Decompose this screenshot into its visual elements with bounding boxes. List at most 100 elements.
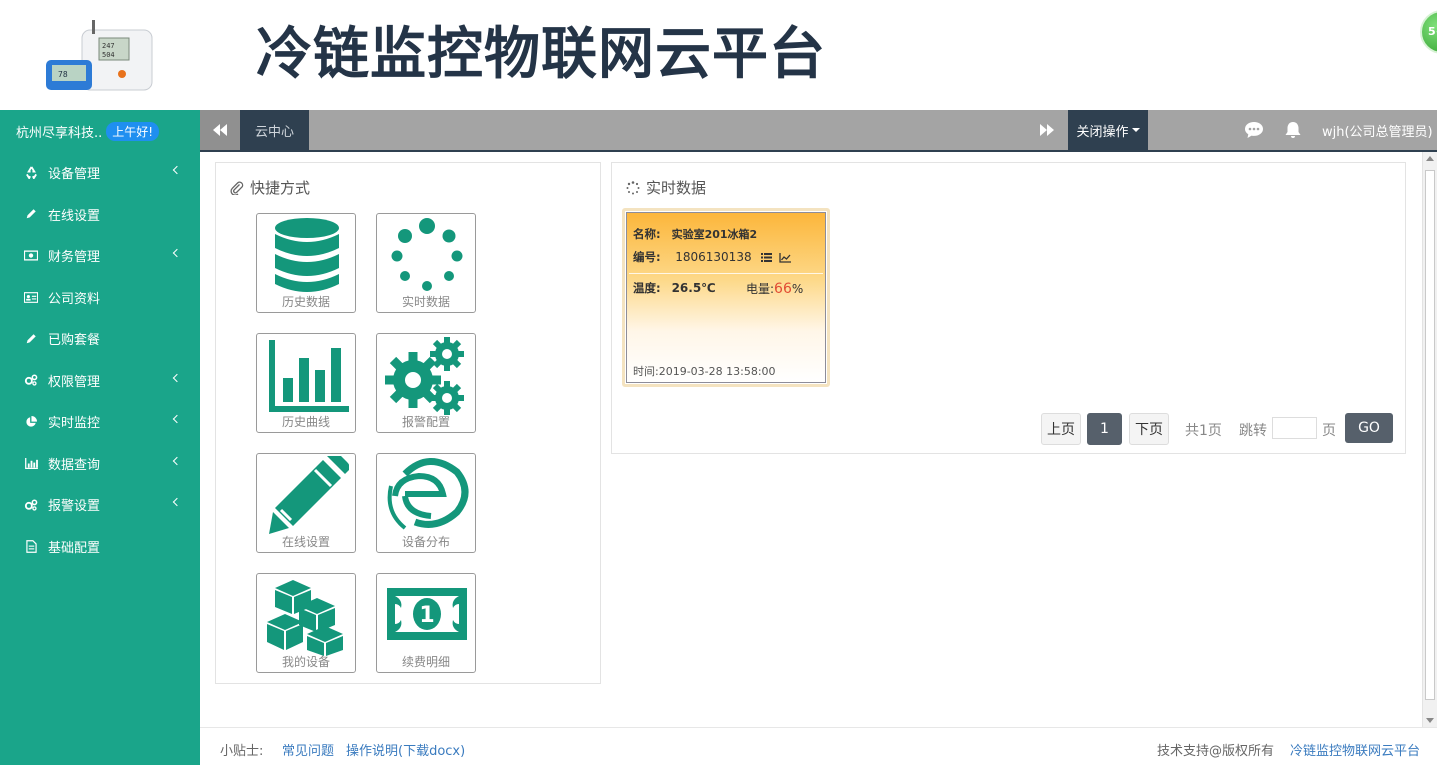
sidebar-item-5[interactable]: 权限管理 <box>0 360 200 402</box>
chevron-left-icon <box>172 456 182 465</box>
battery-unit: % <box>791 282 804 296</box>
shortcut-money[interactable]: 1 续费明细 <box>376 573 476 673</box>
caret-down-icon <box>1131 128 1140 132</box>
shortcut-edge[interactable]: 设备分布 <box>376 453 476 553</box>
cogs-icon <box>24 498 38 512</box>
shortcut-database[interactable]: 历史数据 <box>256 213 356 313</box>
realtime-title: 实时数据 <box>626 177 706 198</box>
jump-label: 跳转 <box>1239 423 1267 439</box>
notification-badge[interactable]: 5+ <box>1420 10 1437 54</box>
copyright-text: 技术支持@版权所有 <box>1157 744 1275 759</box>
sidebar-item-6[interactable]: 实时监控 <box>0 401 200 443</box>
shortcut-spinner[interactable]: 实时数据 <box>376 213 476 313</box>
sidebar-item-7[interactable]: 数据查询 <box>0 443 200 485</box>
device-id-row: 编号: 1806130138 <box>633 249 791 265</box>
recycle-icon <box>24 166 38 180</box>
device-readings-row: 温度: 26.5℃ 电量:66% <box>633 280 818 297</box>
svg-text:1: 1 <box>419 603 434 628</box>
sidebar-item-label: 权限管理 <box>48 374 101 390</box>
tips-label: 小贴士: <box>220 744 264 759</box>
shortcut-label: 历史曲线 <box>281 415 330 429</box>
device-card-body: 名称: 实验室201冰箱2 编号: 1806130138 温度: 26.5℃ 电… <box>626 212 826 383</box>
footer: 小贴士: 常见问题 操作说明(下载docx) 技术支持@版权所有 冷链监控物联网… <box>200 727 1437 765</box>
scroll-tabs-right-button[interactable] <box>1027 110 1067 150</box>
battery-value: 66 <box>774 281 792 297</box>
id-card-icon <box>24 290 38 304</box>
close-operations-label: 关闭操作 <box>1076 124 1129 140</box>
shortcut-label: 报警配置 <box>401 415 450 429</box>
user-menu[interactable]: wjh(公司总管理员) <box>1322 110 1433 150</box>
close-operations-dropdown[interactable]: 关闭操作 <box>1068 110 1148 150</box>
sidebar-item-label: 已购套餐 <box>48 333 101 349</box>
time-label: 时间: <box>633 365 659 378</box>
main-content: 快捷方式 历史数据 实时数据 历史曲线 报警配置 在线设置 设备分布 我的设备 … <box>200 152 1437 727</box>
shortcut-label: 我的设备 <box>281 655 330 669</box>
sidebar-item-label: 财务管理 <box>48 250 101 266</box>
battery-label: 电量: <box>746 282 775 296</box>
chevron-left-icon <box>172 165 182 175</box>
greeting-badge: 上午好! <box>106 121 160 141</box>
manual-download-link[interactable]: 操作说明(下载docx) <box>346 740 465 759</box>
sidebar-item-label: 报警设置 <box>48 499 101 515</box>
shortcut-label: 实时数据 <box>401 295 450 309</box>
sidebar-item-2[interactable]: 财务管理 <box>0 235 200 277</box>
scroll-thumb[interactable] <box>1425 170 1435 700</box>
sidebar-item-1[interactable]: 在线设置 <box>0 194 200 236</box>
shortcuts-title: 快捷方式 <box>230 177 310 198</box>
svg-text:78: 78 <box>58 70 68 79</box>
shortcut-cogs[interactable]: 报警配置 <box>376 333 476 433</box>
chevron-left-icon <box>172 414 182 424</box>
device-name-label: 名称: <box>633 227 661 241</box>
faq-link[interactable]: 常见问题 <box>282 740 334 759</box>
device-id: 1806130138 <box>675 250 752 264</box>
svg-text:504: 504 <box>102 51 115 59</box>
go-button[interactable]: GO <box>1345 413 1393 443</box>
tab-cloud-center[interactable]: 云中心 <box>240 110 310 150</box>
shortcut-label: 历史数据 <box>281 295 330 309</box>
chat-icon[interactable] <box>1244 120 1264 140</box>
shortcut-label: 在线设置 <box>281 535 330 549</box>
jump-page-input[interactable] <box>1272 417 1317 439</box>
header: 247 504 78 冷链监控物联网云平台 5+ <box>0 0 1437 110</box>
sidebar-item-3[interactable]: 公司资料 <box>0 277 200 319</box>
temperature-label: 温度: <box>633 281 661 295</box>
shortcut-pencil[interactable]: 在线设置 <box>256 453 356 553</box>
shortcut-label: 设备分布 <box>401 535 450 549</box>
shortcut-bar-chart[interactable]: 历史曲线 <box>256 333 356 433</box>
scroll-up-arrow[interactable] <box>1426 156 1434 161</box>
scroll-tabs-left-button[interactable] <box>200 110 240 150</box>
temperature-value: 26.5℃ <box>671 281 716 295</box>
page-1-button[interactable]: 1 <box>1087 413 1122 445</box>
scroll-down-arrow[interactable] <box>1426 718 1434 723</box>
device-name: 实验室201冰箱2 <box>671 228 758 241</box>
company-greeting: 杭州尽享科技.. 上午好! <box>0 110 200 152</box>
sidebar-item-4[interactable]: 已购套餐 <box>0 318 200 360</box>
file-icon <box>24 539 38 553</box>
time-value: 2019-03-28 13:58:00 <box>658 365 776 378</box>
device-time-row: 时间:2019-03-28 13:58:00 <box>633 363 776 379</box>
shortcut-cubes[interactable]: 我的设备 <box>256 573 356 673</box>
device-id-label: 编号: <box>633 250 661 264</box>
line-chart-icon[interactable] <box>779 252 791 263</box>
sidebar-item-label: 数据查询 <box>48 457 101 473</box>
vertical-scrollbar[interactable] <box>1422 152 1437 727</box>
topbar: 云中心 关闭操作 wjh(公司总管理员) <box>200 110 1437 152</box>
device-card[interactable]: 名称: 实验室201冰箱2 编号: 1806130138 温度: 26.5℃ 电… <box>622 208 830 387</box>
paperclip-icon <box>230 181 244 195</box>
sidebar: 设备管理在线设置财务管理公司资料已购套餐权限管理实时监控数据查询报警设置基础配置 <box>0 152 200 765</box>
brand-link[interactable]: 冷链监控物联网云平台 <box>1290 740 1420 759</box>
list-icon[interactable] <box>761 253 773 262</box>
sidebar-item-8[interactable]: 报警设置 <box>0 484 200 526</box>
bell-icon[interactable] <box>1283 120 1303 140</box>
sidebar-item-label: 设备管理 <box>48 167 101 183</box>
prev-page-button[interactable]: 上页 <box>1041 413 1081 445</box>
shortcut-label: 续费明细 <box>401 655 450 669</box>
sidebar-item-label: 实时监控 <box>48 416 101 432</box>
logo: 247 504 78 <box>46 20 153 91</box>
next-page-button[interactable]: 下页 <box>1129 413 1169 445</box>
device-separator <box>629 273 823 274</box>
sidebar-item-0[interactable]: 设备管理 <box>0 152 200 194</box>
cogs-icon <box>24 373 38 387</box>
sidebar-item-9[interactable]: 基础配置 <box>0 526 200 568</box>
svg-text:247: 247 <box>102 42 115 50</box>
